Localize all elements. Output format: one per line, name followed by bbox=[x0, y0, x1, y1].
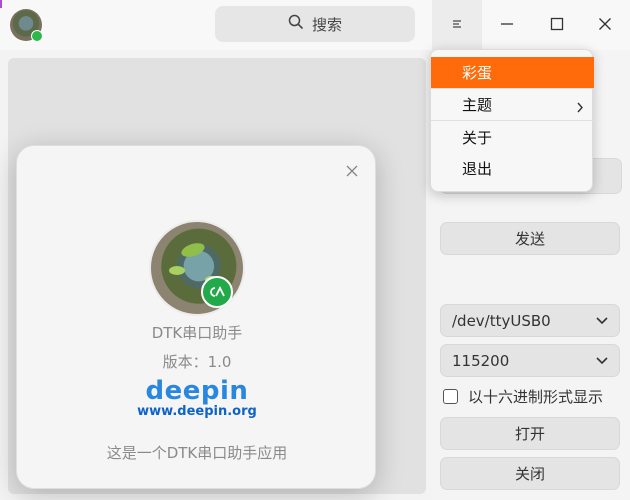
maximize-icon bbox=[550, 16, 564, 35]
menu-item-label: 主题 bbox=[462, 96, 493, 114]
open-port-button[interactable]: 打开 bbox=[440, 417, 620, 450]
close-window-button[interactable] bbox=[580, 0, 630, 50]
close-port-button[interactable]: 关闭 bbox=[440, 457, 620, 490]
app-icon-badge bbox=[31, 30, 43, 42]
about-version: 版本：1.0 bbox=[162, 353, 232, 371]
send-button[interactable]: 发送 bbox=[440, 222, 620, 255]
about-close-button[interactable] bbox=[344, 163, 360, 179]
main-menu-button[interactable] bbox=[432, 0, 482, 50]
about-description: 这是一个DTK串口助手应用 bbox=[106, 444, 288, 462]
close-port-label: 关闭 bbox=[514, 465, 545, 483]
app-logo bbox=[149, 220, 245, 316]
open-port-label: 打开 bbox=[514, 425, 545, 443]
about-dialog: DTK串口助手 版本：1.0 deepin www.deepin.org 这是一… bbox=[16, 145, 376, 489]
hamburger-menu-icon bbox=[450, 16, 464, 35]
app-badge-icon bbox=[201, 276, 233, 308]
maximize-button[interactable] bbox=[532, 0, 582, 50]
logo-leaf bbox=[179, 240, 207, 260]
menu-item-label: 关于 bbox=[462, 129, 493, 147]
baud-rate-value: 115200 bbox=[452, 351, 510, 370]
hex-display-option[interactable]: 以十六进制形式显示 bbox=[443, 386, 603, 407]
chevron-right-icon bbox=[576, 99, 584, 113]
minimize-button[interactable] bbox=[482, 0, 532, 50]
search-icon bbox=[288, 14, 304, 34]
menu-item-label: 退出 bbox=[462, 160, 493, 178]
website-link[interactable]: www.deepin.org bbox=[17, 404, 377, 419]
baud-rate-select[interactable]: 115200 bbox=[440, 344, 620, 377]
app-icon bbox=[10, 9, 43, 42]
menu-separator bbox=[431, 120, 594, 121]
menu-item-exit[interactable]: 退出 bbox=[431, 153, 594, 184]
send-button-label: 发送 bbox=[514, 230, 545, 248]
chevron-down-icon bbox=[595, 352, 609, 370]
title-bar: 搜索 bbox=[0, 0, 630, 50]
port-select-value: /dev/ttyUSB0 bbox=[452, 311, 551, 330]
port-select[interactable]: /dev/ttyUSB0 bbox=[440, 304, 620, 337]
menu-item-theme[interactable]: 主题 bbox=[431, 89, 594, 120]
menu-item-easter-egg[interactable]: 彩蛋 bbox=[431, 57, 594, 88]
close-icon bbox=[344, 164, 360, 183]
menu-item-label: 彩蛋 bbox=[462, 64, 493, 82]
hex-checkbox-label: 以十六进制形式显示 bbox=[468, 388, 604, 406]
close-icon bbox=[598, 16, 612, 35]
chevron-down-icon bbox=[595, 312, 609, 330]
logo-leaf bbox=[169, 266, 185, 275]
main-menu: 彩蛋 主题 关于 退出 bbox=[430, 49, 594, 192]
hex-checkbox[interactable] bbox=[443, 389, 458, 404]
search-box[interactable]: 搜索 bbox=[215, 6, 415, 42]
about-app-name: DTK串口助手 bbox=[151, 324, 243, 342]
search-placeholder: 搜索 bbox=[311, 15, 342, 34]
deepin-logo: deepin bbox=[145, 376, 249, 406]
menu-item-about[interactable]: 关于 bbox=[431, 122, 594, 153]
minimize-icon bbox=[500, 16, 514, 35]
corner-mark bbox=[0, 0, 4, 8]
